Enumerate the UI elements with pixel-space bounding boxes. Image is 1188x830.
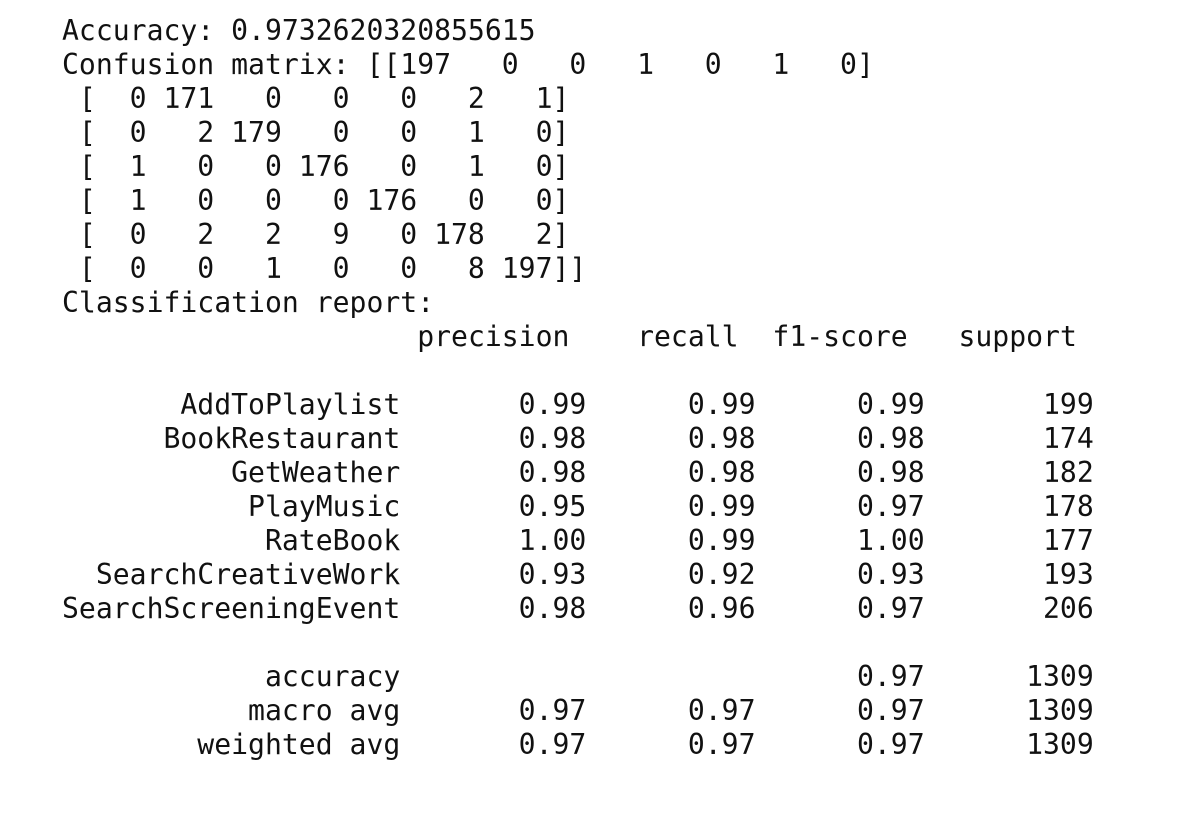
header-precision: precision: [417, 320, 570, 353]
cell-recall: 0.99: [586, 524, 756, 557]
summary-row: weighted avg 0.97 0.97 0.97 1309: [62, 728, 1094, 762]
cell-precision: [400, 660, 586, 693]
header-recall: recall: [637, 320, 739, 353]
confusion-matrix-row: [ 0 2 2 9 0 178 2]: [62, 218, 570, 251]
cell-f1-score: 1.00: [755, 524, 925, 557]
row-label: BookRestaurant: [62, 422, 401, 455]
class-row: GetWeather 0.98 0.98 0.98 182: [62, 456, 1094, 490]
confusion-matrix-row: [[197 0 0 1 0 1 0]: [366, 48, 874, 81]
summary-rows: accuracy 0.97 1309 macro avg 0.97 0.97 0…: [62, 660, 1094, 762]
cell-support: 1309: [924, 694, 1094, 727]
cell-precision: 0.95: [400, 490, 587, 523]
cell-support: 182: [924, 456, 1094, 489]
class-row: SearchCreativeWork 0.93 0.92 0.93 193: [62, 558, 1094, 592]
header-f1-score: f1-score: [772, 320, 908, 353]
cell-support: 178: [924, 490, 1094, 523]
cell-recall: 0.96: [586, 592, 756, 625]
cell-support: 1309: [924, 728, 1094, 761]
accuracy-line: Accuracy: 0.9732620320855615: [62, 14, 536, 47]
confusion-matrix-row: [ 0 2 179 0 0 1 0]: [62, 116, 570, 149]
cell-recall: 0.98: [586, 422, 756, 455]
cell-precision: 0.93: [400, 558, 587, 591]
row-label: RateBook: [62, 524, 401, 557]
cell-precision: 0.97: [400, 694, 587, 727]
row-label: macro avg: [62, 694, 401, 727]
cell-f1-score: 0.97: [755, 660, 925, 693]
confusion-matrix-first-line: Confusion matrix: [[197 0 0 1 0 1 0]: [62, 48, 1094, 82]
row-label: GetWeather: [62, 456, 401, 489]
summary-row: macro avg 0.97 0.97 0.97 1309: [62, 694, 1094, 728]
cell-recall: 0.97: [586, 728, 756, 761]
cell-precision: 1.00: [400, 524, 587, 557]
cell-recall: 0.99: [586, 490, 756, 523]
cell-f1-score: 0.98: [755, 422, 925, 455]
class-row: BookRestaurant 0.98 0.98 0.98 174: [62, 422, 1094, 456]
cell-f1-score: 0.93: [755, 558, 925, 591]
class-row: SearchScreeningEvent 0.98 0.96 0.97 206: [62, 592, 1094, 626]
classification-report-title: Classification report:: [62, 286, 435, 319]
cell-support: 206: [924, 592, 1094, 625]
cell-f1-score: 0.97: [755, 592, 925, 625]
class-row: PlayMusic 0.95 0.99 0.97 178: [62, 490, 1094, 524]
cell-support: 193: [924, 558, 1094, 591]
cell-precision: 0.98: [400, 422, 587, 455]
row-label: AddToPlaylist: [62, 388, 401, 421]
cell-f1-score: 0.97: [755, 728, 925, 761]
class-row: RateBook 1.00 0.99 1.00 177: [62, 524, 1094, 558]
confusion-matrix-row: [ 0 0 1 0 0 8 197]]: [62, 252, 587, 285]
cell-precision: 0.99: [400, 388, 587, 421]
cell-recall: 0.99: [586, 388, 756, 421]
report-header-row: precision recall f1-score support: [62, 320, 1094, 354]
row-label: SearchScreeningEvent: [62, 592, 401, 625]
cell-support: 177: [924, 524, 1094, 557]
row-label: PlayMusic: [62, 490, 401, 523]
confusion-matrix-row: [ 0 171 0 0 0 2 1]: [62, 82, 570, 115]
row-label: accuracy: [62, 660, 401, 693]
confusion-matrix-label: Confusion matrix:: [62, 48, 350, 81]
console-output: Accuracy: 0.9732620320855615 Confusion ma…: [62, 14, 1094, 762]
cell-recall: [586, 660, 755, 693]
confusion-matrix-row: [ 1 0 0 176 0 1 0]: [62, 150, 570, 183]
row-label: weighted avg: [62, 728, 401, 761]
report-header-spacer: [62, 320, 400, 353]
cell-precision: 0.97: [400, 728, 587, 761]
cell-support: 1309: [924, 660, 1094, 693]
cell-f1-score: 0.97: [755, 490, 925, 523]
cell-recall: 0.97: [586, 694, 756, 727]
cell-f1-score: 0.98: [755, 456, 925, 489]
cell-precision: 0.98: [400, 592, 587, 625]
confusion-matrix-row: [ 1 0 0 0 176 0 0]: [62, 184, 570, 217]
cell-recall: 0.92: [586, 558, 756, 591]
class-row: AddToPlaylist 0.99 0.99 0.99 199: [62, 388, 1094, 422]
cell-recall: 0.98: [586, 456, 756, 489]
cell-support: 199: [924, 388, 1094, 421]
summary-row: accuracy 0.97 1309: [62, 660, 1094, 694]
class-rows: AddToPlaylist 0.99 0.99 0.99 199 BookRes…: [62, 388, 1094, 626]
cell-f1-score: 0.97: [755, 694, 925, 727]
cell-f1-score: 0.99: [755, 388, 925, 421]
cell-precision: 0.98: [400, 456, 587, 489]
row-label: SearchCreativeWork: [62, 558, 401, 591]
header-support: support: [958, 320, 1077, 353]
cell-support: 174: [924, 422, 1094, 455]
